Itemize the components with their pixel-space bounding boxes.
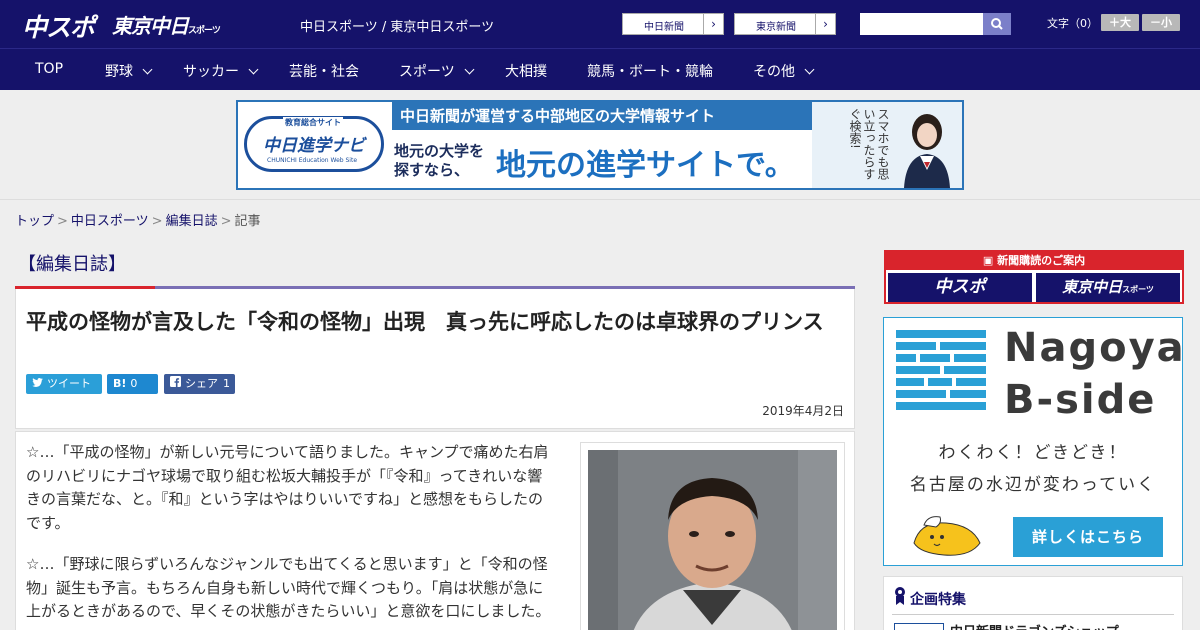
article-header: 平成の怪物が言及した「令和の怪物」出現 真っ先に呼応したのは卓球界のプリンス ツ…	[15, 289, 855, 429]
model-photo	[904, 114, 950, 188]
hatena-count: 0	[130, 377, 138, 390]
chuspo-logo[interactable]: 中スポ	[22, 8, 95, 44]
subscribe-tokyo-text: 東京中日	[1062, 278, 1123, 296]
tokyo-logo-sub: スポーツ	[188, 26, 221, 36]
subscription-heading-text: 新聞購読のご案内	[997, 254, 1086, 267]
banner-subtext: 地元の大学を 探すなら、	[394, 142, 484, 180]
nav-item-entertainment[interactable]: 芸能・社会	[289, 61, 359, 81]
ad-area: 教育総合サイト 中日進学ナビ CHUNICHI Education Web Si…	[0, 90, 1200, 200]
site-tagline: 中日スポーツ / 東京中日スポーツ	[300, 20, 495, 35]
site-header: 中スポ 東京中日スポーツ 中日スポーツ / 東京中日スポーツ 中日新聞 › 東京…	[0, 0, 1200, 48]
tokyo-shimbun-label: 東京新聞	[756, 22, 796, 33]
breadcrumb-separator: >	[57, 214, 68, 229]
newspaper-icon: ▣	[982, 254, 998, 267]
article-date: 2019年4月2日	[762, 404, 844, 418]
shingaku-navi-logo: 教育総合サイト 中日進学ナビ CHUNICHI Education Web Si…	[244, 116, 384, 172]
subscribe-chuspo-button[interactable]: 中スポ	[888, 273, 1032, 302]
facebook-share-button[interactable]: シェア 1	[164, 374, 235, 394]
logo-en-text: CHUNICHI Education Web Site	[267, 157, 358, 164]
twitter-share-button[interactable]: ツイート	[26, 374, 102, 394]
breadcrumb-top[interactable]: トップ	[15, 214, 54, 229]
nav-item-baseball[interactable]: 野球	[105, 61, 133, 81]
article-photo-frame	[580, 442, 845, 630]
article-paragraph: ☆…「平成の怪物」が新しい元号について語りました。キャンプで痛めた右肩のリハビリ…	[26, 443, 549, 532]
chevron-right-icon: ›	[815, 14, 835, 34]
main-nav: TOP 野球 サッカー 芸能・社会 スポーツ 大相撲 競馬・ボート・競輪 その他	[0, 48, 1200, 90]
article-title: 平成の怪物が言及した「令和の怪物」出現 真っ先に呼応したのは卓球界のプリンス	[26, 310, 824, 334]
breadcrumb-separator: >	[151, 214, 163, 229]
tokyo-chunichi-logo[interactable]: 東京中日スポーツ	[112, 10, 221, 39]
nagoya-bside-title: Nagoya B-side	[1004, 322, 1186, 426]
banner-main-copy: 地元の進学サイトで。	[496, 148, 795, 183]
nav-item-soccer[interactable]: サッカー	[183, 61, 239, 81]
player-portrait	[588, 450, 837, 630]
banner-vertical-text: スマホでも思い立ったらすぐ検索!	[848, 108, 890, 180]
feature-section: 企画特集 中日新聞ドラゴンズショップ	[883, 576, 1183, 630]
article-paragraph: ☆…「野球に限らずいろんなジャンルでも出てくると思います」と「令和の怪物」誕生も…	[26, 555, 551, 620]
chevron-down-icon[interactable]	[142, 64, 153, 75]
banner-headline: 中日新聞が運営する中部地区の大学情報サイト	[392, 102, 812, 130]
subscription-heading: ▣ 新聞購読のご案内	[886, 252, 1182, 270]
nagoya-tagline-2: 名古屋の水辺が変わっていく	[909, 475, 1157, 495]
font-smaller-button[interactable]: －小	[1142, 14, 1180, 31]
breadcrumb-chunichi-sports[interactable]: 中日スポーツ	[71, 214, 149, 229]
subscription-box[interactable]: ▣ 新聞購読のご案内 中スポ 東京中日スポーツ	[884, 250, 1184, 304]
nav-item-top[interactable]: TOP	[35, 61, 63, 77]
chevron-down-icon[interactable]	[804, 64, 815, 75]
shrimp-mascot-icon	[913, 516, 981, 556]
brick-wall-icon	[896, 330, 986, 410]
tokyo-shimbun-link[interactable]: 東京新聞 ›	[734, 13, 836, 35]
banner-subtext-line2: 探すなら、	[394, 161, 470, 179]
nagoya-tagline-1: わくわく！どきどき！	[938, 443, 1128, 463]
search-button[interactable]	[983, 13, 1011, 35]
nav-item-racing[interactable]: 競馬・ボート・競輪	[587, 61, 713, 81]
feature-section-title: 企画特集	[910, 592, 966, 608]
shingaku-navi-banner[interactable]: 教育総合サイト 中日進学ナビ CHUNICHI Education Web Si…	[236, 100, 964, 190]
subscribe-tokyo-chunichi-button[interactable]: 東京中日スポーツ	[1036, 273, 1180, 302]
nagoya-title-line2: B-side	[1004, 377, 1157, 423]
dragons-shop-thumbnail[interactable]	[894, 623, 944, 630]
facebook-icon	[170, 374, 181, 394]
hatena-icon: B!	[113, 377, 127, 390]
ribbon-badge-icon	[895, 587, 905, 605]
chevron-down-icon[interactable]	[248, 64, 259, 75]
breadcrumb-editorial[interactable]: 編集日誌	[166, 214, 218, 229]
twitter-bird-icon	[32, 374, 43, 394]
tokyo-logo-text: 東京中日	[112, 14, 189, 38]
facebook-share-label: シェア	[185, 377, 218, 390]
section-title: 【編集日誌】	[18, 254, 126, 275]
chunichi-shimbun-link[interactable]: 中日新聞 ›	[622, 13, 724, 35]
banner-subtext-line1: 地元の大学を	[394, 142, 485, 160]
logo-big-text: 中日進学ナビ	[263, 136, 365, 156]
feature-divider	[892, 614, 1174, 615]
banner-side-panel: スマホでも思い立ったらすぐ検索!	[812, 102, 962, 188]
article-body: ☆…「平成の怪物」が新しい元号について語りました。キャンプで痛めた右肩のリハビリ…	[15, 431, 855, 630]
nagoya-title-line1: Nagoya	[1004, 325, 1186, 371]
feature-item-dragons-shop[interactable]: 中日新聞ドラゴンズショップ	[950, 621, 1119, 630]
nav-item-sumo[interactable]: 大相撲	[505, 61, 547, 81]
nav-item-other[interactable]: その他	[753, 61, 795, 81]
breadcrumb-separator: >	[220, 214, 232, 229]
subscribe-tokyo-sub: スポーツ	[1122, 285, 1154, 294]
breadcrumb: トップ > 中日スポーツ > 編集日誌 > 記事	[15, 210, 261, 229]
hatena-bookmark-button[interactable]: B! 0	[107, 374, 158, 394]
font-size-label: 文字（0）	[1047, 17, 1098, 30]
nagoya-bside-ad[interactable]: Nagoya B-side わくわく！どきどき！ 名古屋の水辺が変わっていく 詳…	[883, 317, 1186, 566]
article-photo[interactable]	[588, 450, 837, 630]
twitter-share-label: ツイート	[47, 377, 91, 390]
chevron-down-icon[interactable]	[464, 64, 475, 75]
font-larger-button[interactable]: ＋大	[1101, 14, 1139, 31]
chunichi-shimbun-label: 中日新聞	[644, 22, 684, 33]
logo-small-text: 教育総合サイト	[283, 117, 343, 128]
nagoya-details-button[interactable]: 詳しくはこちら	[1013, 517, 1163, 557]
breadcrumb-current: 記事	[234, 214, 261, 229]
search-input[interactable]	[860, 13, 983, 35]
search-icon	[991, 18, 1003, 30]
chevron-right-icon: ›	[703, 14, 723, 34]
facebook-share-count: 1	[223, 377, 230, 390]
nav-item-sports[interactable]: スポーツ	[399, 61, 455, 81]
